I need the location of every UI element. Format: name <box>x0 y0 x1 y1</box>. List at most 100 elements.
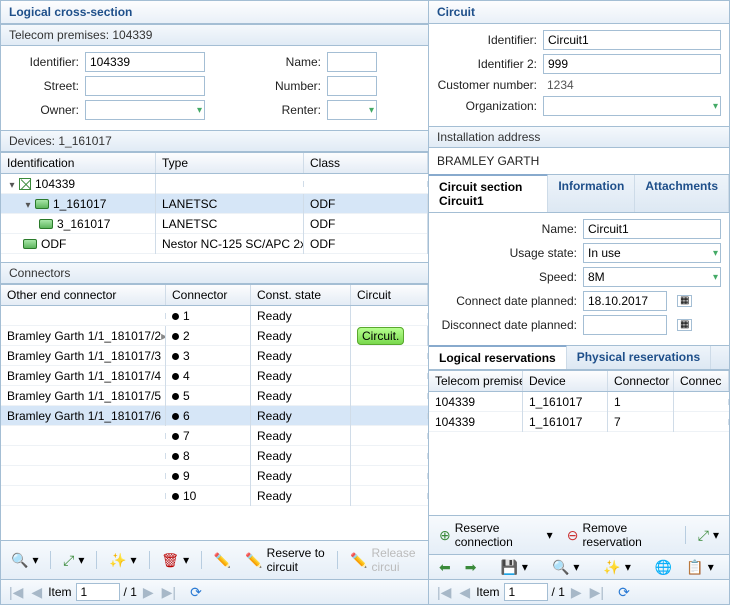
sec-name-label: Name: <box>437 222 577 236</box>
tab-information[interactable]: Information <box>548 175 635 212</box>
sec-speed-label: Speed: <box>437 270 577 284</box>
sec-speed-select[interactable]: 8M▾ <box>583 267 721 287</box>
circuit-badge: Circuit. <box>357 327 404 345</box>
device-tree-row[interactable]: ▾104339 <box>1 174 428 194</box>
tab-circuit-section[interactable]: Circuit section Circuit1 <box>429 174 548 212</box>
wand-button[interactable]: ✨▾ <box>105 551 140 569</box>
chevron-down-icon: ▾ <box>713 272 718 283</box>
connector-row[interactable]: Bramley Garth 1/1_181017/66Ready <box>1 406 428 426</box>
identifier-input[interactable] <box>85 52 205 72</box>
r-identifier2-input[interactable] <box>543 54 721 74</box>
connector-row[interactable]: 10Ready <box>1 486 428 506</box>
pager-last[interactable]: ▶| <box>588 584 606 601</box>
expand-button[interactable]: ⤢▾ <box>694 526 723 544</box>
pager-item-input[interactable] <box>76 583 120 601</box>
expand-toggle-icon[interactable]: ▾ <box>7 181 17 191</box>
r-customer-value: 1234 <box>543 78 574 92</box>
pager-item-label: Item <box>48 585 71 599</box>
tab-attachments[interactable]: Attachments <box>635 175 729 212</box>
arrow-left-icon: ⬅ <box>439 560 451 574</box>
sheet-button[interactable]: 📋▾ <box>682 558 717 576</box>
connector-row[interactable]: 7Ready <box>1 426 428 446</box>
r-customer-label: Customer number: <box>437 78 537 92</box>
zoom-icon: 🔍 <box>11 553 28 567</box>
refresh-button[interactable]: ⟳ <box>614 583 634 601</box>
sec-usage-select[interactable]: In use▾ <box>583 243 721 263</box>
connector-row[interactable]: Bramley Garth 1/1_181017/2▸2ReadyCircuit… <box>1 326 428 346</box>
tab-physical-reservations[interactable]: Physical reservations <box>567 346 711 369</box>
calendar-button[interactable]: ▦ <box>673 293 696 309</box>
install-section: Installation address <box>429 126 729 148</box>
pager-first[interactable]: |◀ <box>7 584 25 601</box>
panel-title-right: Circuit <box>429 1 729 24</box>
pager-last[interactable]: ▶| <box>160 584 178 601</box>
zoom-in-button[interactable]: 🔍▾ <box>7 551 42 569</box>
wand-button[interactable]: ✨▾ <box>599 558 634 576</box>
pager-next[interactable]: ▶ <box>569 584 584 601</box>
sec-connect-label: Connect date planned: <box>437 294 577 308</box>
pager-item-input[interactable] <box>504 583 548 601</box>
pager-next[interactable]: ▶ <box>141 584 156 601</box>
renter-select[interactable]: ▾ <box>327 100 377 120</box>
reservation-grid-header: Telecom premises Device Connector Connec <box>429 370 729 392</box>
premises-section: Telecom premises: 104339 <box>1 24 428 46</box>
reserve-button[interactable]: ✏️Reserve to circuit <box>241 544 329 576</box>
device-tree-row[interactable]: ▾1_161017LANETSCODF <box>1 194 428 214</box>
edit-button[interactable]: ✏️ <box>210 551 235 569</box>
sec-name-input[interactable] <box>583 219 721 239</box>
street-input[interactable] <box>85 76 205 96</box>
refresh-button[interactable]: ⟳ <box>186 583 206 601</box>
r-identifier-input[interactable] <box>543 30 721 50</box>
remove-reservation-button[interactable]: ⊖Remove reservation <box>563 519 677 551</box>
tab-logical-reservations[interactable]: Logical reservations <box>429 345 567 369</box>
connectors-section: Connectors <box>1 262 428 284</box>
delete-button[interactable]: 🗑▾ <box>157 551 193 569</box>
zoom-icon: 🔍 <box>552 560 569 574</box>
save-icon: 💾 <box>500 560 517 574</box>
pager-prev[interactable]: ◀ <box>29 584 44 601</box>
connector-dot-icon <box>172 353 179 360</box>
connector-row[interactable]: Bramley Garth 1/1_181017/44Ready <box>1 366 428 386</box>
r-org-label: Organization: <box>437 99 537 113</box>
calendar-icon: ▦ <box>677 319 692 331</box>
connector-dot-icon <box>172 473 179 480</box>
connector-grid[interactable]: 1ReadyBramley Garth 1/1_181017/2▸2ReadyC… <box>1 306 428 540</box>
nav-next-button[interactable]: ➡ <box>461 558 481 576</box>
device-tree[interactable]: ▾104339▾1_161017LANETSCODF3_161017LANETS… <box>1 174 428 256</box>
expand-toggle-icon[interactable]: ▾ <box>23 201 33 211</box>
reservation-row[interactable]: 1043391_1610177 <box>429 412 729 432</box>
name-input[interactable] <box>327 52 377 72</box>
pager-total: / 1 <box>552 585 565 599</box>
sec-disconnect-input[interactable] <box>583 315 667 335</box>
sec-usage-label: Usage state: <box>437 246 577 260</box>
zoom-button[interactable]: 🔍▾ <box>548 558 583 576</box>
fit-button[interactable]: ⤢▾ <box>59 551 88 569</box>
device-tree-row[interactable]: 3_161017LANETSCODF <box>1 214 428 234</box>
device-tree-row[interactable]: ODFNestor NC-125 SC/APC 2x...ODF <box>1 234 428 254</box>
save-button[interactable]: 💾▾ <box>496 558 531 576</box>
owner-select[interactable]: ▾ <box>85 100 205 120</box>
reservation-row[interactable]: 1043391_1610171 <box>429 392 729 412</box>
connector-row[interactable]: 9Ready <box>1 466 428 486</box>
sec-connect-input[interactable] <box>583 291 667 311</box>
number-input[interactable] <box>327 76 377 96</box>
reservation-grid[interactable]: 1043391_16101711043391_1610177 <box>429 392 729 515</box>
connector-row[interactable]: Bramley Garth 1/1_181017/55Ready <box>1 386 428 406</box>
expand-icon: ⤢ <box>698 528 709 542</box>
r-org-select[interactable]: ▾ <box>543 96 721 116</box>
left-pager: |◀ ◀ Item / 1 ▶ ▶| ⟳ <box>1 579 428 604</box>
pager-total: / 1 <box>124 585 137 599</box>
connector-row[interactable]: Bramley Garth 1/1_181017/33Ready <box>1 346 428 366</box>
pager-first[interactable]: |◀ <box>435 584 453 601</box>
arrow-right-icon: ➡ <box>465 560 477 574</box>
connector-row[interactable]: 1Ready <box>1 306 428 326</box>
reservation-tabs: Logical reservations Physical reservatio… <box>429 345 729 370</box>
chevron-down-icon: ▾ <box>713 101 718 112</box>
device-grid-header: Identification Type Class <box>1 152 428 174</box>
calendar-button[interactable]: ▦ <box>673 317 696 333</box>
globe-button[interactable]: 🌐 <box>651 558 676 576</box>
connector-row[interactable]: 8Ready <box>1 446 428 466</box>
reserve-connection-button[interactable]: ⊕Reserve connection▾ <box>435 519 557 551</box>
pager-prev[interactable]: ◀ <box>457 584 472 601</box>
nav-prev-button[interactable]: ⬅ <box>435 558 455 576</box>
